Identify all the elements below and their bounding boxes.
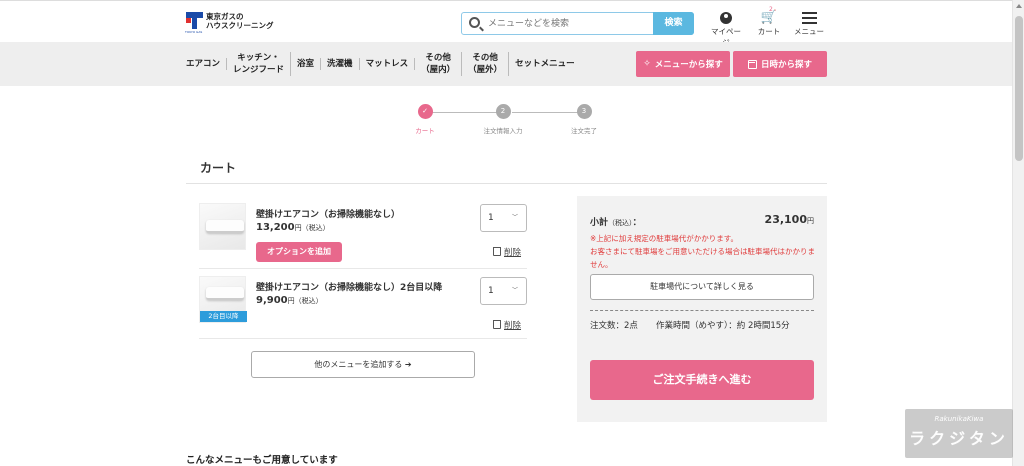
site-logo[interactable]: TOKYO GAS 東京ガスの ハウスクリーニング xyxy=(185,12,274,34)
divider xyxy=(199,268,527,269)
nav-item-other-indoor[interactable]: その他 （屋内） xyxy=(415,52,463,76)
checkout-progress: ✓ カート 2 注文情報入力 3 注文完了 xyxy=(404,104,614,138)
nav-item-other-outdoor[interactable]: その他 （屋外） xyxy=(462,52,510,76)
header: TOKYO GAS 東京ガスの ハウスクリーニング 検索 マイページ 🛒 2 カ… xyxy=(0,0,1012,47)
item-name: 壁掛けエアコン（お掃除機能なし） xyxy=(256,210,401,220)
cart-item: 2台目以降 壁掛けエアコン（お掃除機能なし）2台目以降 9,900円（税込） 1… xyxy=(199,276,527,342)
search-input[interactable] xyxy=(488,16,648,31)
step-cart: ✓ カート xyxy=(390,104,460,135)
search-icon xyxy=(469,17,480,28)
nav-item-aircon[interactable]: エアコン xyxy=(186,58,228,70)
trash-icon xyxy=(493,320,501,329)
estimated-work-time: 作業時間（めやす）：約 2時間15分 xyxy=(656,321,790,331)
cart-count-badge: 2 xyxy=(769,6,773,13)
product-image xyxy=(199,203,246,250)
parking-fee-details-button[interactable]: 駐車場代について詳しく見る xyxy=(590,274,814,300)
subtotal-label: 小計（税込）： xyxy=(590,218,642,228)
second-unit-tag: 2台目以降 xyxy=(200,311,247,322)
category-nav: エアコン キッチン・ レンジフード 浴室 洗濯機 マットレス その他 （屋内） その… xyxy=(0,42,1012,86)
search-button[interactable]: 検索 xyxy=(653,12,694,35)
order-count: 注文数：2点 xyxy=(590,321,638,331)
nav-item-kitchen[interactable]: キッチン・ レンジフード xyxy=(227,52,292,76)
add-option-button[interactable]: オプションを追加 xyxy=(256,242,342,262)
chevron-down-icon: ﹀ xyxy=(511,287,518,294)
trash-icon xyxy=(493,247,501,256)
logo-text: 東京ガスの ハウスクリーニング xyxy=(206,12,274,30)
nav-item-washing-machine[interactable]: 洗濯機 xyxy=(321,58,360,70)
add-other-menu-button[interactable]: 他のメニューを追加する ➔ xyxy=(251,351,475,378)
delete-link[interactable]: 削除 xyxy=(493,319,521,331)
search-box: 検索 xyxy=(461,12,694,35)
page-title: カート xyxy=(200,161,237,175)
product-image: 2台目以降 xyxy=(199,276,247,323)
delete-link[interactable]: 削除 xyxy=(493,246,521,258)
check-icon: ✓ xyxy=(417,104,433,119)
cart-item: 壁掛けエアコン（お掃除機能なし） 13,200円（税込） オプションを追加 1 … xyxy=(199,203,527,269)
scrollbar[interactable] xyxy=(1012,0,1024,466)
divider xyxy=(590,310,814,311)
watermark-logo: RakunikaKiwa ラクジタン xyxy=(905,409,1013,458)
subtotal-value: 23,100円 xyxy=(764,213,814,226)
scroll-up-icon[interactable] xyxy=(1016,4,1022,8)
nav-item-set-menu[interactable]: セットメニュー xyxy=(509,58,581,70)
divider xyxy=(186,183,827,184)
nav-item-mattress[interactable]: マットレス xyxy=(360,58,416,70)
step-complete: 3 注文完了 xyxy=(549,104,619,135)
calendar-icon xyxy=(747,59,757,69)
tokyo-gas-logo-icon: TOKYO GAS xyxy=(185,12,203,34)
quantity-select[interactable]: 1 ﹀ xyxy=(480,277,527,305)
parking-notice: ※上記に加え規定の駐車場代がかかります。 お客さまにて駐車場をご用意いただける場… xyxy=(590,234,815,269)
checkout-button[interactable]: ご注文手続きへ進む xyxy=(590,360,814,400)
nav-item-bathroom[interactable]: 浴室 xyxy=(291,58,322,70)
suggested-menu-heading: こんなメニューもご用意しています xyxy=(186,455,338,466)
item-name: 壁掛けエアコン（お掃除機能なし）2台目以降 xyxy=(256,283,443,293)
cleaning-icon: ✧ xyxy=(643,58,651,69)
item-price: 13,200円（税込） xyxy=(256,222,330,233)
cart-link[interactable]: 🛒 2 カート xyxy=(756,6,782,37)
item-price: 9,900円（税込） xyxy=(256,295,323,306)
search-by-date-button[interactable]: 日時から探す xyxy=(733,51,827,77)
hamburger-icon xyxy=(801,12,817,24)
user-icon xyxy=(720,12,732,24)
quantity-select[interactable]: 1 ﹀ xyxy=(480,204,527,232)
search-by-menu-button[interactable]: ✧ メニューから探す xyxy=(636,51,730,77)
chevron-down-icon: ﹀ xyxy=(511,214,518,221)
scroll-thumb[interactable] xyxy=(1015,16,1023,161)
divider xyxy=(199,338,527,339)
step-order-info: 2 注文情報入力 xyxy=(468,104,538,135)
order-summary: 小計（税込）： 23,100円 ※上記に加え規定の駐車場代がかかります。 お客さ… xyxy=(577,196,827,422)
menu-button[interactable]: メニュー xyxy=(793,10,825,37)
